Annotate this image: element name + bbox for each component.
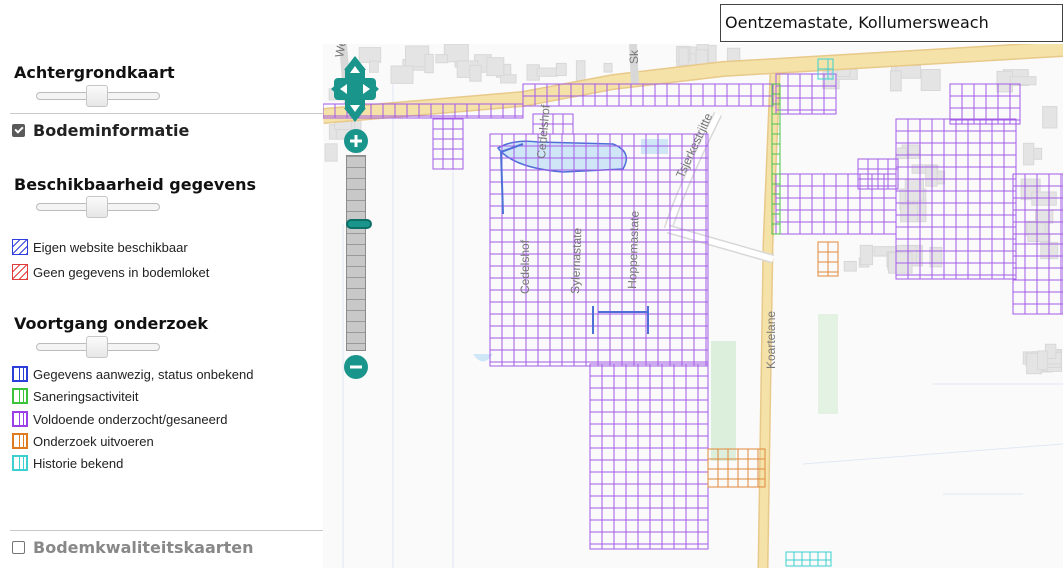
map-building <box>1031 191 1057 206</box>
map-building <box>889 70 902 92</box>
slider-thumb[interactable] <box>86 336 108 358</box>
polygon-voldoende-onderzocht[interactable] <box>949 83 1021 125</box>
zoom-in-button[interactable] <box>344 129 368 153</box>
map-building <box>897 147 908 160</box>
legend-label: Saneringsactiviteit <box>33 388 139 404</box>
voortgang-title: Voortgang onderzoek <box>14 314 209 333</box>
zoom-control[interactable] <box>344 129 372 379</box>
legend-item-historie-bekend: Historie bekend <box>12 455 123 471</box>
legend-item-geen-gegevens: Geen gegevens in bodemloket <box>12 264 209 280</box>
map-building <box>1035 209 1054 224</box>
polygon-voldoende-onderzocht[interactable] <box>589 363 709 550</box>
map-building <box>424 53 434 74</box>
grid-cyan-swatch-icon <box>12 455 28 471</box>
grid-blue-swatch-icon <box>12 366 28 382</box>
map-building <box>1027 233 1051 243</box>
map-parcel-line <box>802 443 1063 465</box>
map-building <box>859 244 874 266</box>
street-label-cedelshof: Cedelshof <box>518 239 532 294</box>
location-search-input[interactable]: Oentzemastate, Kollumersweach <box>720 4 1063 42</box>
legend-label: Gegevens aanwezig, status onbekend <box>33 366 254 382</box>
grid-green-swatch-icon <box>12 388 28 404</box>
map-view[interactable]: Wethouder Sk Cedelshof Cedelshof Sylemas… <box>323 44 1063 568</box>
street-label-sk: Sk <box>627 49 641 64</box>
pan-control[interactable] <box>331 54 379 124</box>
layer-panel: Achtergrondkaart Bodeminformatie Beschik… <box>0 0 323 568</box>
street-label-sylemastate: Sylemastate <box>568 227 584 294</box>
street-label-hoppemastate: Hoppemastate <box>625 210 642 289</box>
street-label-koartelane: Koartelane <box>764 311 778 369</box>
bodemkwaliteitskaarten-checkbox[interactable] <box>12 541 25 554</box>
map-building <box>486 57 505 77</box>
zoom-out-button[interactable] <box>344 355 368 379</box>
hatch-red-swatch-icon <box>12 264 28 280</box>
map-building <box>435 54 449 64</box>
slider-thumb[interactable] <box>86 85 108 107</box>
map-building <box>678 47 689 66</box>
map-building <box>390 65 414 84</box>
hatch-blue-swatch-icon <box>12 239 28 255</box>
legend-label: Geen gegevens in bodemloket <box>33 264 210 280</box>
map-building <box>1042 106 1058 129</box>
bodemkwaliteitskaarten-toggle[interactable]: Bodemkwaliteitskaarten <box>12 538 254 557</box>
map-water <box>473 139 838 461</box>
grid-purple-swatch-icon <box>12 411 28 427</box>
legend-item-status-onbekend: Gegevens aanwezig, status onbekend <box>12 366 253 382</box>
map-building <box>536 67 558 77</box>
zoom-slider-track[interactable] <box>346 155 372 351</box>
map-building <box>324 143 338 162</box>
polygon-historie-bekend[interactable] <box>785 551 832 567</box>
grid-orange-swatch-icon <box>12 433 28 449</box>
bodemkwaliteitskaarten-label: Bodemkwaliteitskaarten <box>33 538 254 557</box>
map-buildings <box>324 44 1062 375</box>
map-building <box>843 260 857 272</box>
beschikbaarheid-title: Beschikbaarheid gegevens <box>14 175 257 194</box>
map-building <box>925 165 938 187</box>
bodeminformatie-label: Bodeminformatie <box>33 121 190 140</box>
polygon-voldoende-onderzocht[interactable] <box>432 118 464 170</box>
bodeminformatie-checkbox[interactable] <box>12 124 25 137</box>
legend-label: Voldoende onderzocht/gesaneerd <box>33 411 228 427</box>
legend-label: Eigen website beschikbaar <box>33 239 188 255</box>
map-building <box>555 62 567 77</box>
map-building <box>469 64 482 82</box>
map-building <box>920 68 941 92</box>
voortgang-opacity-slider[interactable] <box>36 336 160 358</box>
map-building <box>900 203 919 223</box>
divider <box>10 113 323 114</box>
map-building <box>1037 350 1048 371</box>
legend-item-onderzoek-uitvoeren: Onderzoek uitvoeren <box>12 433 154 449</box>
zoom-slider-thumb[interactable] <box>346 219 372 229</box>
slider-thumb[interactable] <box>86 196 108 218</box>
legend-label: Historie bekend <box>33 455 124 471</box>
legend-item-saneringsactiviteit: Saneringsactiviteit <box>12 388 139 404</box>
plus-icon <box>350 135 362 147</box>
beschikbaarheid-opacity-slider[interactable] <box>36 196 160 218</box>
map-building <box>575 60 586 82</box>
legend-item-eigen-website: Eigen website beschikbaar <box>12 239 188 255</box>
achtergrondkaart-title: Achtergrondkaart <box>14 63 175 82</box>
legend-label: Onderzoek uitvoeren <box>33 433 154 449</box>
map-building <box>1023 142 1035 166</box>
minus-icon <box>350 365 362 369</box>
legend-item-voldoende: Voldoende onderzocht/gesaneerd <box>12 411 227 427</box>
polygon-onderzoek-uitvoeren[interactable] <box>817 241 839 277</box>
divider <box>10 530 323 531</box>
map-building <box>603 62 613 73</box>
map-canvas[interactable]: Wethouder Sk Cedelshof Cedelshof Sylemas… <box>323 44 1063 568</box>
bodeminformatie-toggle[interactable]: Bodeminformatie <box>12 121 189 140</box>
achtergrondkaart-opacity-slider[interactable] <box>36 85 160 107</box>
map-roads <box>323 44 1063 568</box>
